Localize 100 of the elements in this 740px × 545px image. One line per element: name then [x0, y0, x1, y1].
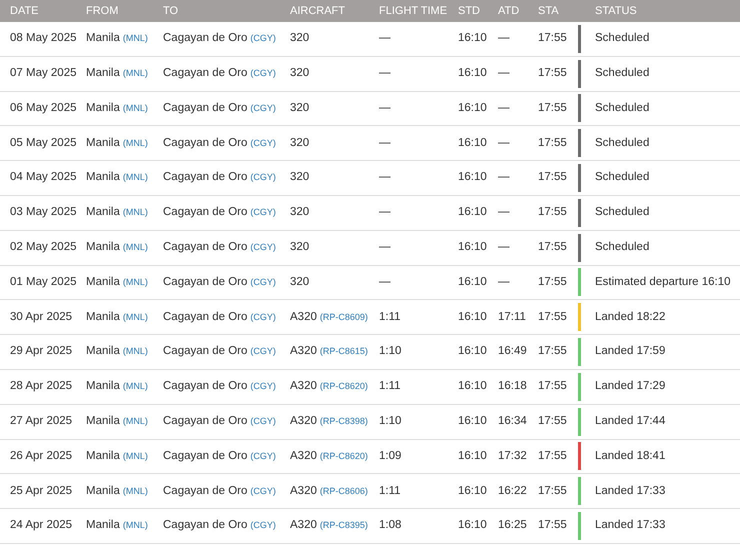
code-link[interactable]: (MNL): [122, 345, 148, 359]
flight-time-cell-text: —: [379, 100, 392, 116]
atd-cell-text: —: [498, 31, 510, 46]
date-cell-text: 05 May 2025: [10, 136, 78, 151]
code-link[interactable]: (CGY): [250, 484, 276, 498]
date-cell-text: 08 May 2025: [10, 31, 78, 46]
code-link[interactable]: (MNL): [122, 380, 148, 394]
column-header: FROM: [86, 4, 120, 19]
code-link[interactable]: (CGY): [250, 32, 276, 46]
sta-cell-text: 17:55: [538, 414, 568, 430]
city-cell-text: Cagayan de Oro: [163, 66, 248, 82]
code-link[interactable]: (MNL): [122, 32, 148, 46]
code-link[interactable]: (CGY): [250, 450, 276, 464]
atd-cell-text: —: [498, 66, 510, 82]
sta-cell-text: 17:55: [538, 136, 568, 151]
atd-cell-text: —: [498, 136, 510, 151]
code-link[interactable]: (CGY): [250, 102, 276, 116]
code-link[interactable]: (CGY): [250, 171, 276, 185]
aircraft-cell-text: 320: [290, 136, 310, 151]
code-link[interactable]: (CGY): [250, 345, 276, 359]
status-cell-text: Scheduled: [595, 240, 650, 256]
aircraft-cell-text: 320: [290, 240, 310, 256]
column-header: FLIGHT TIME: [379, 4, 448, 19]
date-cell-text: 07 May 2025: [10, 66, 78, 82]
code-link[interactable]: (MNL): [122, 136, 148, 150]
city-cell-text: Cagayan de Oro: [163, 484, 248, 499]
city-cell-text: Cagayan de Oro: [163, 518, 248, 534]
code-link[interactable]: (MNL): [122, 484, 148, 498]
code-link[interactable]: (RP-C8606): [320, 484, 368, 498]
flight-time-cell-text: —: [379, 240, 392, 256]
sta-cell-text: 17:55: [538, 344, 568, 360]
city-cell-text: Manila: [86, 170, 120, 186]
city-cell-text: Manila: [86, 379, 120, 394]
status-cell-text: Landed 18:41: [595, 448, 666, 464]
city-cell-text: Manila: [86, 518, 120, 534]
atd-cell-text: 16:25: [498, 518, 528, 534]
code-link[interactable]: (CGY): [250, 415, 276, 429]
sta-cell-text: 17:55: [538, 31, 568, 46]
flight-time-cell-text: —: [379, 66, 392, 82]
aircraft-cell-text: A320: [290, 484, 317, 499]
status-cell-text: Landed 17:33: [595, 484, 666, 499]
code-link[interactable]: (RP-C8609): [320, 310, 368, 324]
std-cell-text: 16:10: [458, 518, 488, 534]
code-link[interactable]: (RP-C8615): [320, 345, 368, 359]
code-link[interactable]: (MNL): [122, 206, 148, 220]
code-link[interactable]: (MNL): [122, 102, 148, 116]
city-cell-text: Manila: [86, 66, 120, 82]
city-cell-text: Manila: [86, 274, 120, 290]
atd-cell-text: 16:49: [498, 344, 528, 360]
city-cell-text: Cagayan de Oro: [163, 274, 248, 290]
city-cell-text: Cagayan de Oro: [163, 344, 248, 360]
flight-time-cell-text: 1:10: [379, 344, 402, 360]
code-link[interactable]: (CGY): [250, 276, 276, 290]
date-cell-text: 25 Apr 2025: [10, 484, 74, 499]
code-link[interactable]: (CGY): [250, 67, 276, 81]
code-link[interactable]: (RP-C8620): [320, 380, 368, 394]
code-link[interactable]: (RP-C8395): [320, 519, 368, 533]
code-link[interactable]: (MNL): [122, 241, 148, 255]
date-cell-text: 26 Apr 2025: [10, 448, 74, 464]
sta-cell-text: 17:55: [538, 170, 568, 186]
code-link[interactable]: (MNL): [122, 519, 148, 533]
city-cell-text: Cagayan de Oro: [163, 310, 248, 325]
code-link[interactable]: (CGY): [250, 206, 276, 220]
flight-time-cell-text: —: [379, 205, 392, 220]
code-link[interactable]: (RP-C8620): [320, 450, 368, 464]
code-link[interactable]: (MNL): [122, 276, 148, 290]
city-cell-text: Cagayan de Oro: [163, 379, 248, 394]
aircraft-cell-text: A320: [290, 310, 317, 325]
code-link[interactable]: (CGY): [250, 380, 276, 394]
aircraft-cell-text: 320: [290, 100, 310, 116]
sta-cell-text: 17:55: [538, 379, 568, 394]
code-link[interactable]: (CGY): [250, 519, 276, 533]
code-link[interactable]: (MNL): [122, 415, 148, 429]
code-link[interactable]: (CGY): [250, 310, 276, 324]
date-cell-text: 27 Apr 2025: [10, 414, 74, 430]
sta-cell-text: 17:55: [538, 66, 568, 82]
flight-time-cell-text: 1:11: [379, 379, 402, 394]
code-link[interactable]: (MNL): [122, 450, 148, 464]
aircraft-cell-text: A320: [290, 414, 317, 430]
flight-time-cell-text: 1:11: [379, 484, 402, 499]
code-link[interactable]: (MNL): [122, 171, 148, 185]
aircraft-cell-text: A320: [290, 379, 317, 394]
std-cell-text: 16:10: [458, 100, 488, 116]
city-cell-text: Manila: [86, 344, 120, 360]
city-cell-text: Cagayan de Oro: [163, 100, 248, 116]
column-header: ATD: [498, 4, 520, 19]
city-cell-text: Manila: [86, 310, 120, 325]
atd-cell-text: —: [498, 274, 510, 290]
status-cell-text: Scheduled: [595, 136, 650, 151]
std-cell-text: 16:10: [458, 205, 488, 220]
code-link[interactable]: (MNL): [122, 67, 148, 81]
code-link[interactable]: (MNL): [122, 310, 148, 324]
date-cell-text: 01 May 2025: [10, 274, 78, 290]
std-cell-text: 16:10: [458, 310, 488, 325]
city-cell-text: Manila: [86, 448, 120, 464]
code-link[interactable]: (RP-C8398): [320, 415, 368, 429]
sta-cell-text: 17:55: [538, 205, 568, 220]
status-cell-text: Scheduled: [595, 66, 650, 82]
code-link[interactable]: (CGY): [250, 241, 276, 255]
code-link[interactable]: (CGY): [250, 136, 276, 150]
